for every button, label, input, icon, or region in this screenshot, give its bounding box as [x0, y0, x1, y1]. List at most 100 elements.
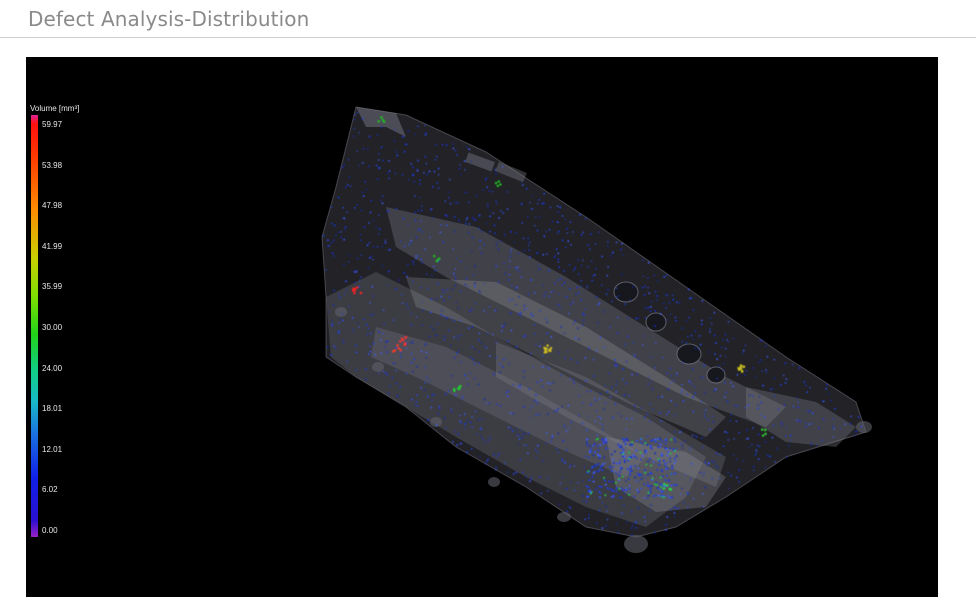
defect-point — [425, 351, 428, 354]
defect-point — [602, 463, 604, 466]
defect-point — [485, 462, 487, 465]
defect-point — [808, 423, 811, 426]
defect-point — [523, 249, 526, 252]
defect-point — [486, 186, 488, 188]
defect-point — [558, 266, 560, 269]
defect-point — [618, 294, 621, 297]
defect-point — [527, 452, 529, 455]
defect-point — [754, 355, 757, 358]
defect-point — [465, 266, 467, 269]
defect-point — [557, 279, 560, 281]
defect-point — [623, 504, 625, 507]
defect-point — [773, 377, 776, 379]
defect-point — [470, 356, 473, 359]
legend-label: 30.00 — [42, 323, 63, 332]
defect-point — [331, 241, 333, 244]
defect-point — [654, 483, 656, 486]
defect-point — [444, 200, 447, 202]
defect-point — [648, 485, 651, 488]
defect-point — [715, 406, 717, 409]
defect-point — [526, 187, 528, 190]
defect-point — [463, 160, 466, 162]
defect-point — [643, 294, 646, 296]
defect-point — [604, 439, 607, 442]
defect-point — [598, 485, 601, 488]
defect-point — [601, 465, 604, 467]
defect-point — [448, 191, 451, 194]
defect-point — [573, 465, 576, 467]
defect-point — [684, 474, 687, 476]
defect-point — [547, 490, 549, 492]
legend-label: 0.00 — [42, 526, 58, 535]
defect-point — [564, 357, 566, 359]
legend-color-bar — [31, 115, 38, 537]
defect-point — [383, 346, 386, 349]
defect-point — [509, 312, 512, 314]
defect-point — [703, 364, 705, 367]
defect-point — [425, 356, 427, 359]
defect-point — [386, 373, 389, 376]
defect-point — [591, 476, 594, 478]
defect-point — [628, 484, 631, 487]
defect-point — [459, 319, 462, 322]
defect-point — [500, 325, 503, 327]
defect-point — [676, 372, 678, 374]
ct-scan-model[interactable] — [26, 57, 938, 597]
defect-point — [746, 429, 748, 431]
defect-point — [692, 396, 694, 398]
defect-point — [586, 443, 589, 446]
defect-point — [543, 235, 546, 238]
defect-point — [355, 271, 357, 273]
defect-point — [579, 214, 581, 216]
defect-point — [690, 463, 693, 465]
defect-point — [384, 239, 387, 242]
defect-point-highlight — [400, 337, 404, 340]
defect-point — [583, 455, 586, 458]
defect-point — [495, 173, 497, 175]
defect-point — [345, 226, 347, 228]
defect-point-highlight — [740, 364, 743, 367]
ct-3d-viewer[interactable]: Volume [mm³] 59.97 53.98 47.98 41.99 35.… — [26, 57, 938, 597]
defect-point — [687, 336, 689, 338]
defect-point — [672, 298, 674, 301]
defect-point — [559, 307, 562, 309]
defect-point — [572, 379, 575, 382]
defect-point — [591, 275, 594, 277]
defect-point — [337, 330, 340, 333]
defect-point — [736, 405, 739, 407]
defect-point — [517, 252, 520, 255]
defect-point — [622, 489, 625, 492]
defect-point — [612, 462, 615, 464]
defect-point — [618, 475, 621, 477]
defect-point — [620, 512, 623, 514]
defect-point — [542, 460, 544, 462]
defect-point — [611, 480, 614, 483]
defect-point — [410, 342, 413, 344]
defect-point — [643, 483, 645, 486]
defect-point — [631, 469, 633, 472]
defect-point — [615, 487, 618, 489]
defect-point — [333, 224, 336, 227]
defect-point — [426, 377, 428, 379]
defect-point — [709, 328, 711, 330]
defect-point — [644, 442, 647, 444]
defect-point — [651, 479, 653, 481]
defect-point — [486, 347, 488, 349]
defect-point — [525, 475, 527, 478]
defect-point — [729, 419, 732, 422]
defect-point — [684, 440, 686, 442]
defect-point — [524, 335, 527, 337]
defect-point — [549, 382, 552, 385]
defect-point — [551, 437, 553, 439]
defect-point — [655, 299, 658, 301]
defect-point — [644, 450, 646, 453]
defect-point — [410, 163, 412, 165]
defect-point — [601, 284, 603, 287]
defect-point — [472, 358, 475, 361]
defect-point — [662, 496, 665, 499]
defect-point — [361, 117, 364, 120]
defect-point — [742, 352, 744, 355]
defect-point — [722, 445, 725, 447]
defect-point — [596, 434, 598, 436]
defect-point — [502, 212, 505, 214]
